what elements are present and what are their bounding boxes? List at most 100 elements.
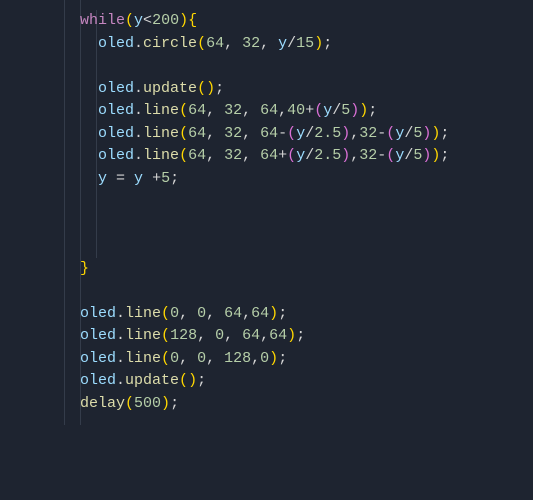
token-punc: , <box>260 35 278 52</box>
code-line[interactable]: y = y +5; <box>0 168 533 191</box>
code-line[interactable]: oled.circle(64, 32, y/15); <box>0 33 533 56</box>
token-punc: ; <box>323 35 332 52</box>
token-op: / <box>305 147 314 164</box>
token-paren: ( <box>179 102 188 119</box>
token-var: y <box>134 12 143 29</box>
token-num: 2.5 <box>314 125 341 142</box>
token-obj: oled <box>98 35 134 52</box>
token-punc: , <box>224 35 242 52</box>
token-num: 64 <box>260 102 278 119</box>
token-obj: oled <box>80 372 116 389</box>
token-num: 0 <box>215 327 224 344</box>
token-var: y <box>323 102 332 119</box>
code-line[interactable]: oled.update(); <box>0 370 533 393</box>
code-line[interactable] <box>0 235 533 258</box>
token-op: < <box>143 12 152 29</box>
token-fn: update <box>125 372 179 389</box>
token-curly: } <box>80 260 89 277</box>
code-line[interactable]: delay(500); <box>0 393 533 416</box>
token-num: 64 <box>188 125 206 142</box>
code-line[interactable]: oled.line(64, 32, 64,40+(y/5)); <box>0 100 533 123</box>
token-punc: , <box>179 305 197 322</box>
token-num: 128 <box>224 350 251 367</box>
token-punc: ; <box>215 80 224 97</box>
token-op: + <box>305 102 314 119</box>
code-line[interactable]: while(y<200){ <box>0 10 533 33</box>
token-punc: . <box>134 147 143 164</box>
token-punc: ; <box>368 102 377 119</box>
code-lines[interactable]: while(y<200){ oled.circle(64, 32, y/15);… <box>0 10 533 415</box>
token-paren: ( <box>179 125 188 142</box>
token-kw: while <box>80 12 125 29</box>
code-line[interactable] <box>0 213 533 236</box>
token-punc: . <box>116 372 125 389</box>
token-num: 5 <box>413 125 422 142</box>
token-op: + <box>278 147 287 164</box>
token-punc: ; <box>440 125 449 142</box>
token-punc: . <box>134 102 143 119</box>
token-num: 500 <box>134 395 161 412</box>
token-var: y <box>278 35 287 52</box>
token-num: 64 <box>206 35 224 52</box>
code-line[interactable]: oled.line(0, 0, 64,64); <box>0 303 533 326</box>
token-num: 64 <box>260 125 278 142</box>
token-punc: , <box>179 350 197 367</box>
token-num: 0 <box>197 350 206 367</box>
token-paren: ( <box>125 12 134 29</box>
code-line[interactable]: oled.line(64, 32, 64+(y/2.5),32-(y/5)); <box>0 145 533 168</box>
token-punc: , <box>350 147 359 164</box>
token-paren2: ) <box>341 147 350 164</box>
code-line[interactable]: oled.line(128, 0, 64,64); <box>0 325 533 348</box>
token-punc: , <box>206 102 224 119</box>
token-obj: oled <box>98 125 134 142</box>
token-fn: line <box>143 125 179 142</box>
token-punc: . <box>116 305 125 322</box>
token-paren2: ( <box>287 125 296 142</box>
code-line[interactable]: oled.update(); <box>0 78 533 101</box>
token-punc: . <box>134 35 143 52</box>
token-paren: ) <box>287 327 296 344</box>
token-fn: line <box>143 102 179 119</box>
token-paren: ( <box>197 80 206 97</box>
token-punc: , <box>206 305 224 322</box>
token-paren2: ) <box>350 102 359 119</box>
token-num: 40 <box>287 102 305 119</box>
token-punc: ; <box>440 147 449 164</box>
code-line[interactable] <box>0 190 533 213</box>
token-op: - <box>377 147 386 164</box>
token-punc: ; <box>170 170 179 187</box>
token-paren2: ( <box>386 125 395 142</box>
token-punc: ; <box>278 350 287 367</box>
code-line[interactable] <box>0 280 533 303</box>
token-obj: oled <box>80 305 116 322</box>
token-paren: ( <box>197 35 206 52</box>
token-num: 15 <box>296 35 314 52</box>
token-num: 200 <box>152 12 179 29</box>
token-obj: oled <box>98 102 134 119</box>
token-punc: . <box>134 80 143 97</box>
code-line[interactable]: oled.line(64, 32, 64-(y/2.5),32-(y/5)); <box>0 123 533 146</box>
token-op: / <box>332 102 341 119</box>
token-fn: delay <box>80 395 125 412</box>
code-editor[interactable]: while(y<200){ oled.circle(64, 32, y/15);… <box>0 0 533 425</box>
code-line[interactable]: oled.line(0, 0, 128,0); <box>0 348 533 371</box>
token-paren: ( <box>179 147 188 164</box>
token-fn: line <box>125 327 161 344</box>
token-num: 32 <box>242 35 260 52</box>
token-num: 32 <box>359 125 377 142</box>
token-fn: line <box>143 147 179 164</box>
token-punc: , <box>197 327 215 344</box>
code-line[interactable]: } <box>0 258 533 281</box>
token-curly: { <box>188 12 197 29</box>
token-obj: oled <box>98 147 134 164</box>
token-paren2: ) <box>341 125 350 142</box>
token-num: 128 <box>170 327 197 344</box>
code-line[interactable] <box>0 55 533 78</box>
token-num: 0 <box>170 350 179 367</box>
token-fn: update <box>143 80 197 97</box>
token-paren: ) <box>188 372 197 389</box>
token-num: 32 <box>359 147 377 164</box>
token-num: 0 <box>260 350 269 367</box>
token-var: y <box>296 125 305 142</box>
token-var: y <box>395 147 404 164</box>
